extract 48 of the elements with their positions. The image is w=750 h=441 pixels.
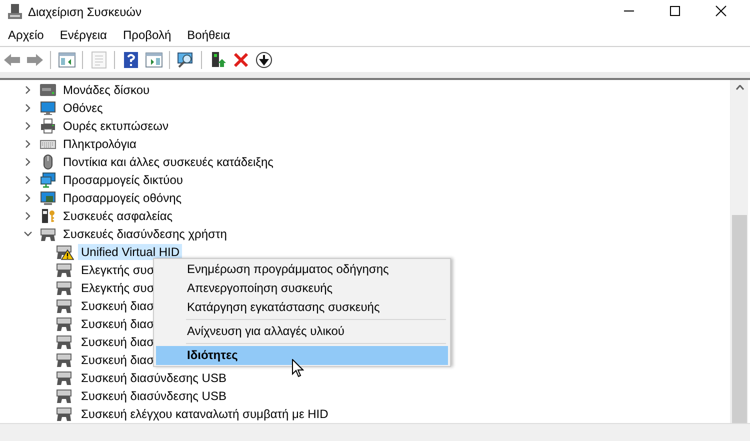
expand-chevron-icon[interactable] — [24, 176, 32, 184]
expand-chevron-icon[interactable] — [24, 194, 32, 202]
disk-drive-icon — [40, 82, 56, 98]
scroll-up-icon[interactable] — [736, 85, 744, 90]
tree-item[interactable]: Ελεγκτής συσ — [78, 280, 158, 296]
tree-item[interactable]: Συσκευή ελέγχου καταναλωτή συμβατή με HID — [78, 406, 332, 422]
menu-item[interactable]: Βοήθεια — [181, 26, 236, 44]
tree-item[interactable]: Συσκευή διασ — [78, 316, 157, 332]
tree-item[interactable]: Συσκευή διασ — [78, 298, 157, 314]
tree-item[interactable]: Συσκευή διασύνδεσης USB — [78, 388, 230, 404]
network-icon — [40, 172, 56, 188]
tree-item[interactable]: Ποντίκια και άλλες συσκευές κατάδειξης — [60, 154, 276, 170]
tree-item[interactable]: Συσκευές ασφαλείας — [60, 208, 176, 224]
scrollbar-thumb[interactable] — [732, 215, 747, 423]
menu-item[interactable]: Αρχείο — [2, 26, 50, 44]
menu-item[interactable]: Προβολή — [116, 26, 178, 44]
window-title: Διαχείριση Συσκευών — [28, 5, 142, 19]
display-adapter-icon — [40, 190, 56, 206]
tree-item[interactable]: Προσαρμογείς οθόνης — [60, 190, 185, 206]
tree-item[interactable]: Ουρές εκτυπώσεων — [60, 118, 172, 134]
mouse-cursor-icon — [292, 359, 304, 378]
context-menu-item[interactable]: Ιδιότητες — [156, 346, 448, 365]
tree-item[interactable]: Συσκευή διασ — [78, 352, 157, 368]
tree-item[interactable]: Πληκτρολόγια — [60, 136, 140, 152]
expand-chevron-icon[interactable] — [24, 86, 32, 94]
monitor-icon — [40, 100, 56, 116]
expand-chevron-icon[interactable] — [24, 122, 32, 130]
context-menu-item[interactable]: Απενεργοποίηση συσκευής — [156, 279, 448, 298]
expand-chevron-icon[interactable] — [24, 140, 32, 148]
context-menu-item[interactable]: Ανίχνευση για αλλαγές υλικού — [156, 322, 448, 341]
tree-item[interactable]: Μονάδες δίσκου — [60, 82, 153, 98]
collapse-chevron-icon[interactable] — [24, 230, 32, 238]
tree-item[interactable]: Συσκευή διασ — [78, 334, 157, 350]
expand-chevron-icon[interactable] — [24, 158, 32, 166]
tree-item[interactable]: Οθόνες — [60, 100, 106, 116]
tree-item[interactable]: Συσκευές διασύνδεσης χρήστη — [60, 226, 230, 242]
tree-item[interactable]: Προσαρμογείς δικτύου — [60, 172, 186, 188]
printer-icon — [40, 118, 56, 134]
tree-item[interactable]: Ελεγκτής συσ — [78, 262, 158, 278]
app-icon — [8, 4, 22, 20]
expand-chevron-icon[interactable] — [24, 212, 32, 220]
context-menu-item[interactable]: Ενημέρωση προγράμματος οδήγησης — [156, 260, 448, 279]
expand-chevron-icon[interactable] — [24, 104, 32, 112]
context-menu-item[interactable]: Κατάργηση εγκατάστασης συσκευής — [156, 298, 448, 317]
tree-item[interactable]: Συσκευή διασύνδεσης USB — [78, 370, 230, 386]
menu-item[interactable]: Ενέργεια — [54, 26, 113, 44]
tree-item[interactable]: Unified Virtual HID — [78, 244, 182, 260]
security-key-icon — [40, 208, 56, 224]
